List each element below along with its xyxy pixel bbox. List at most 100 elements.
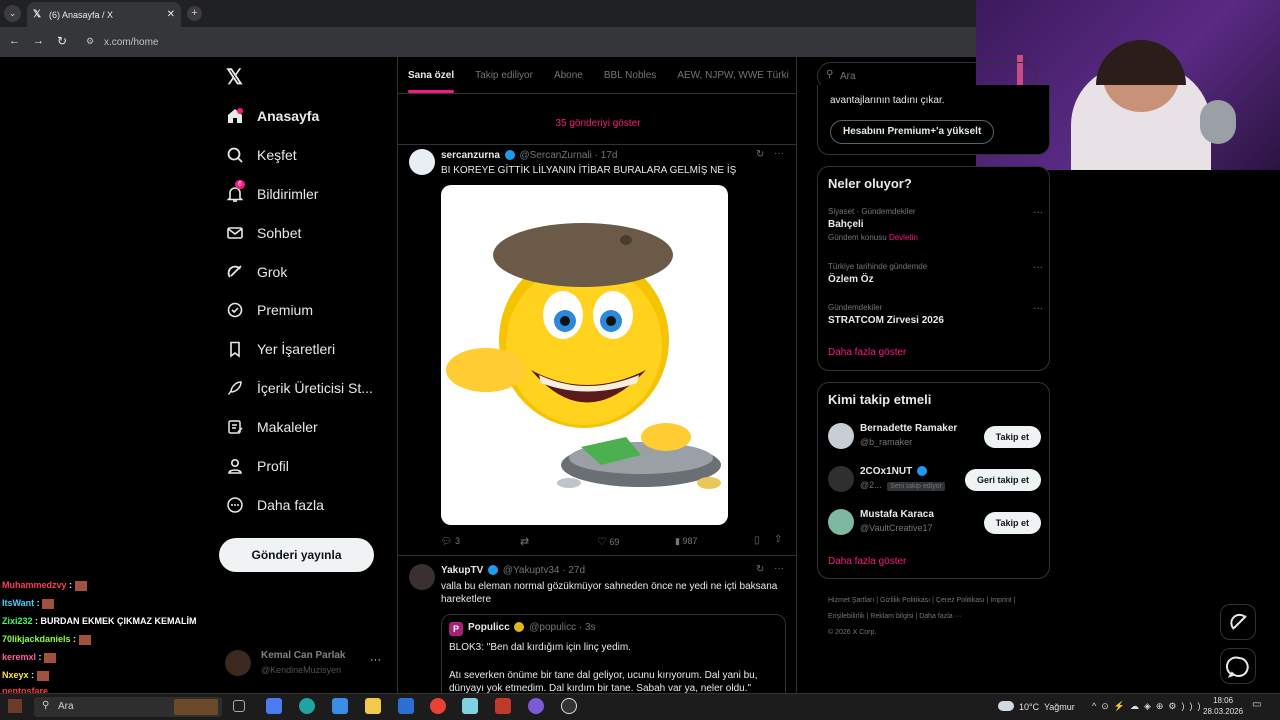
- grok-action-icon[interactable]: ↻: [756, 149, 764, 160]
- notification-center-icon[interactable]: ▭: [1252, 699, 1261, 710]
- url-field[interactable]: x.com/home: [104, 37, 158, 48]
- grok-action-icon[interactable]: ↻: [756, 564, 764, 575]
- nav-item-creator-studio[interactable]: İçerik Üreticisi St...: [225, 373, 373, 403]
- repost-button[interactable]: ⇄: [520, 535, 529, 548]
- follow-suggestion[interactable]: Mustafa Karaca @VaultCreative17 Takip et: [818, 505, 1051, 541]
- back-icon[interactable]: ←: [9, 35, 20, 47]
- taskbar-search[interactable]: ⚲ Ara: [34, 697, 222, 717]
- new-tab-button[interactable]: +: [187, 6, 202, 21]
- clock-date[interactable]: 28.03.2026: [1203, 707, 1243, 716]
- premium-upgrade-button[interactable]: Hesabını Premium+'a yükselt: [830, 120, 995, 144]
- app-icon[interactable]: [495, 698, 511, 714]
- discord-icon[interactable]: [528, 698, 544, 714]
- quote-text-line: Atı severken önüme bir tane dal geliyor,…: [449, 670, 758, 693]
- clock-time[interactable]: 18:06: [1213, 696, 1233, 705]
- show-new-posts[interactable]: 35 gönderiyi göster: [398, 105, 796, 145]
- nav-item-bookmarks[interactable]: Yer İşaretleri: [225, 334, 335, 364]
- tab-bbl-nobles[interactable]: BBL Nobles: [604, 70, 656, 81]
- trend-item[interactable]: Gündemdekiler STRATCOM Zirvesi 2026 ···: [828, 303, 1043, 333]
- tab-aew-njpw-wwe[interactable]: AEW, NJPW, WWE Türki: [677, 70, 788, 81]
- trend-item[interactable]: Türkiye tarihinde gündemde Özlem Öz ···: [828, 262, 1043, 292]
- nav-item-chat[interactable]: Sohbet: [225, 218, 301, 248]
- author-handle[interactable]: @Yakuptv34: [503, 565, 560, 576]
- file-explorer-icon[interactable]: [365, 698, 381, 714]
- follow-suggestion[interactable]: 2COx1NUT @2... Seni takip ediyor Geri ta…: [818, 462, 1051, 498]
- follow-suggestion[interactable]: Bernadette Ramaker @b_ramaker Takip et: [818, 419, 1051, 455]
- quoted-tweet[interactable]: P Populicc @populicc · 3s BLOK3: "Ben da…: [441, 614, 786, 693]
- bookmark-icon[interactable]: ▯: [754, 535, 760, 546]
- nav-item-profile[interactable]: Profil: [225, 451, 289, 481]
- more-icon[interactable]: ···: [1033, 207, 1043, 218]
- more-icon[interactable]: ···: [1033, 303, 1043, 314]
- nav-item-articles[interactable]: Makaleler: [225, 412, 318, 442]
- chat-message: Zixi232 : BURDAN EKMEK ÇIKMAZ KEMALİM: [2, 616, 197, 626]
- account-switcher[interactable]: Kemal Can Parlak @KendineMuzisyen ···: [225, 648, 385, 680]
- grok-floating-button[interactable]: [1220, 604, 1256, 640]
- more-icon[interactable]: ···: [1033, 262, 1043, 273]
- tab-following[interactable]: Takip ediliyor: [475, 70, 533, 81]
- nav-item-home[interactable]: Anasayfa: [225, 101, 319, 131]
- site-info-icon[interactable]: ⚙: [86, 36, 94, 47]
- chrome-icon[interactable]: [430, 698, 446, 714]
- store-icon[interactable]: [332, 698, 348, 714]
- tab-for-you[interactable]: Sana özel: [408, 70, 455, 93]
- nav-item-grok[interactable]: Grok: [225, 257, 287, 287]
- tab-subscribed[interactable]: Abone: [554, 70, 583, 81]
- system-tray-icons[interactable]: ^⊙⚡☁◈⊕⚙))): [1092, 701, 1206, 712]
- messages-floating-button[interactable]: [1220, 648, 1256, 684]
- footer-link[interactable]: Gizlilik Politikası: [880, 597, 930, 604]
- reply-button[interactable]: 💬︎ 3: [441, 536, 460, 547]
- follow-show-more[interactable]: Daha fazla göster: [828, 556, 906, 567]
- more-icon[interactable]: ···: [774, 563, 784, 574]
- trend-item[interactable]: Siyaset · Gündemdekiler Bahçeli Gündem k…: [828, 207, 1043, 249]
- tab-list-button[interactable]: ⌄: [4, 5, 21, 22]
- close-tab-icon[interactable]: ✕: [167, 9, 175, 20]
- tweet-time[interactable]: · 17d: [595, 150, 618, 161]
- footer-link[interactable]: Imprint: [990, 597, 1011, 604]
- footer-link[interactable]: Erişilebilirlik: [828, 613, 865, 620]
- nav-item-explore[interactable]: Keşfet: [225, 140, 297, 170]
- author-handle[interactable]: @SercanZurnali: [519, 150, 591, 161]
- post-button[interactable]: Gönderi yayınla: [219, 538, 374, 572]
- footer-link[interactable]: Daha fazla ···: [919, 613, 961, 620]
- forward-icon[interactable]: →: [33, 35, 44, 47]
- trends-show-more[interactable]: Daha fazla göster: [828, 347, 906, 358]
- outlook-icon[interactable]: [398, 698, 414, 714]
- start-button[interactable]: [8, 699, 22, 713]
- tweet-time[interactable]: · 27d: [562, 565, 585, 576]
- nav-item-notifications[interactable]: 6 Bildirimler: [225, 179, 318, 209]
- nav-item-premium[interactable]: Premium: [225, 295, 313, 325]
- copilot-icon[interactable]: [266, 698, 282, 714]
- nav-item-more[interactable]: Daha fazla: [225, 490, 324, 520]
- x-logo-icon[interactable]: 𝕏: [226, 65, 243, 90]
- emote-icon: [42, 598, 55, 609]
- author-name[interactable]: YakupTV: [441, 565, 483, 576]
- tweet-media[interactable]: [441, 185, 728, 525]
- share-icon[interactable]: ⇧: [774, 534, 782, 545]
- author-name[interactable]: sercanzurna: [441, 150, 500, 161]
- follow-button[interactable]: Takip et: [983, 426, 1041, 448]
- follow-button[interactable]: Takip et: [983, 512, 1041, 534]
- avatar[interactable]: [409, 149, 435, 175]
- notepad-icon[interactable]: [462, 698, 478, 714]
- chat-message: pentosfare: [2, 686, 48, 693]
- weather-text[interactable]: 10°C Yağmur: [1019, 702, 1075, 712]
- tweet[interactable]: YakupTV @Yakuptv34 · 27d ↻ ··· valla bu …: [398, 557, 796, 693]
- footer-link[interactable]: Hizmet Şartları: [828, 597, 874, 604]
- follow-back-button[interactable]: Geri takip et: [964, 469, 1041, 491]
- obs-icon[interactable]: [561, 698, 577, 714]
- edge-icon[interactable]: [299, 698, 315, 714]
- views-button[interactable]: ▮ 987: [675, 536, 698, 547]
- quote-author-handle: @populicc: [529, 622, 577, 633]
- browser-tab[interactable]: 𝕏 (6) Anasayfa / X ✕: [27, 2, 181, 27]
- footer-link[interactable]: Reklam bilgisi: [870, 613, 913, 620]
- article-icon: [225, 417, 245, 437]
- tweet[interactable]: sercanzurna @SercanZurnali · 17d ↻ ··· B…: [398, 146, 796, 556]
- reload-icon[interactable]: ↻: [57, 34, 67, 48]
- avatar[interactable]: [409, 564, 435, 590]
- smiley-beggar-image: [446, 223, 721, 489]
- task-view-icon[interactable]: [233, 700, 245, 712]
- like-button[interactable]: ♡ 69: [597, 535, 619, 548]
- more-icon[interactable]: ···: [774, 148, 784, 159]
- footer-link[interactable]: Çerez Politikası: [936, 597, 985, 604]
